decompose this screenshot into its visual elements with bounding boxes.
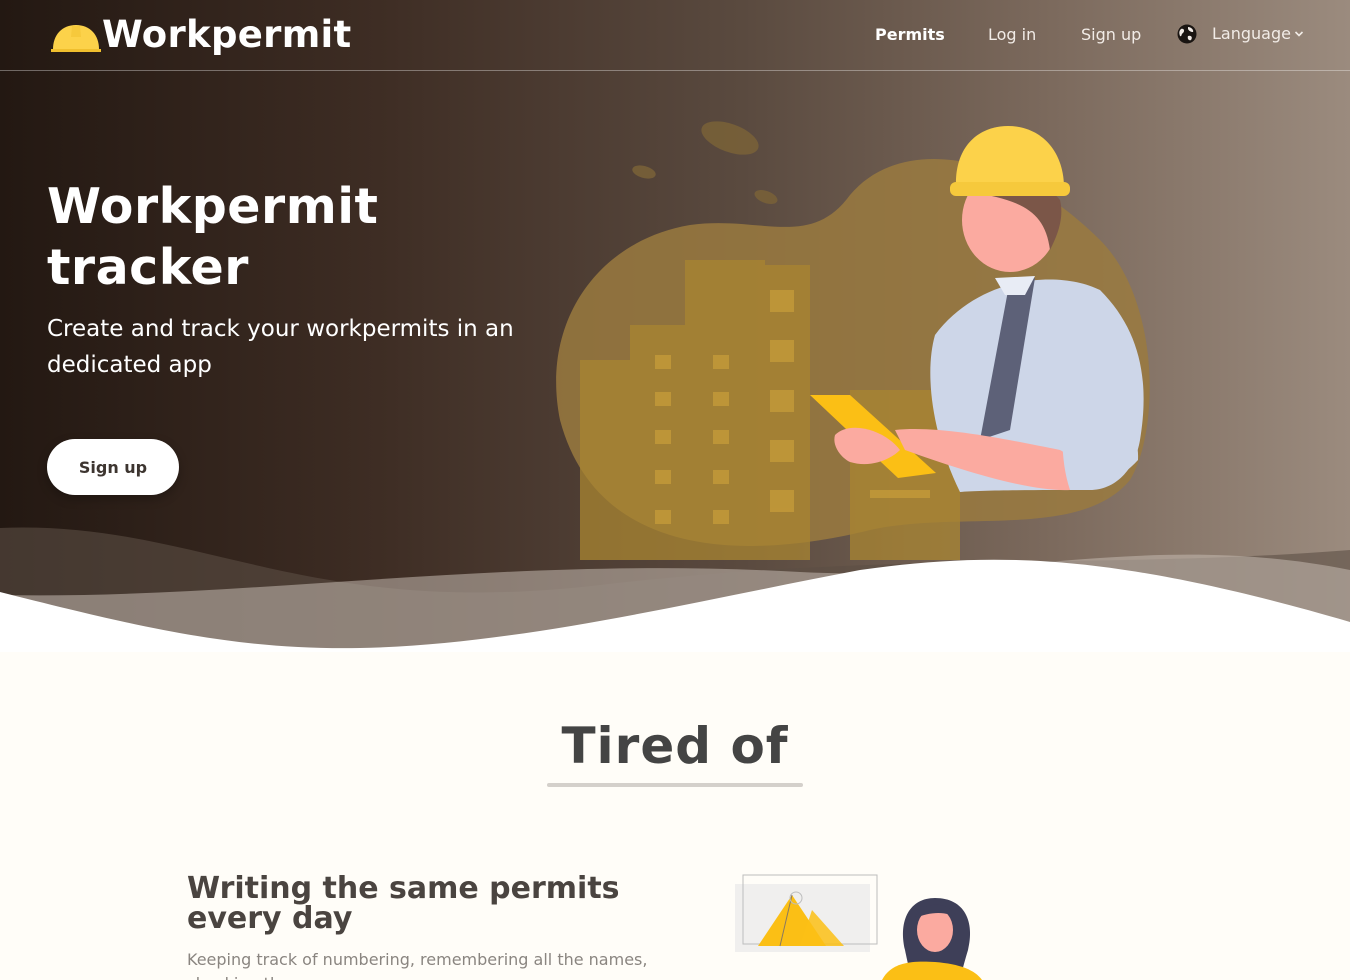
hero-signup-button[interactable]: Sign up	[47, 439, 179, 495]
nav-link-signup[interactable]: Sign up	[1081, 25, 1141, 45]
globe-icon	[1177, 24, 1197, 44]
hero-title: Workpermit tracker	[47, 178, 379, 296]
hardhat-icon	[51, 25, 101, 52]
construction-worker-illustration	[556, 121, 1150, 560]
feature-text: Keeping track of numbering, remembering …	[187, 950, 648, 980]
feature-heading: Writing the same permits every day	[187, 871, 620, 936]
brand-link[interactable]: Workpermit	[50, 14, 352, 56]
section-title: Tired of	[561, 717, 789, 775]
language-dropdown[interactable]: Language	[1177, 24, 1304, 44]
hero-wave-divider	[0, 527, 1350, 652]
hero-section: Workpermit Permits Log in Sign up Langua…	[0, 0, 1350, 652]
nav-link-login[interactable]: Log in	[988, 25, 1036, 45]
section-title-underline	[547, 783, 803, 787]
navbar: Workpermit Permits Log in Sign up Langua…	[0, 0, 1350, 71]
nav-link-permits[interactable]: Permits	[875, 25, 945, 45]
language-label: Language	[1212, 24, 1291, 43]
woman-with-pictures-illustration	[735, 874, 982, 980]
chevron-down-icon	[1294, 31, 1304, 37]
hero-subtitle: Create and track your workpermits in an …	[47, 316, 514, 378]
brand-name: Workpermit	[102, 13, 352, 56]
